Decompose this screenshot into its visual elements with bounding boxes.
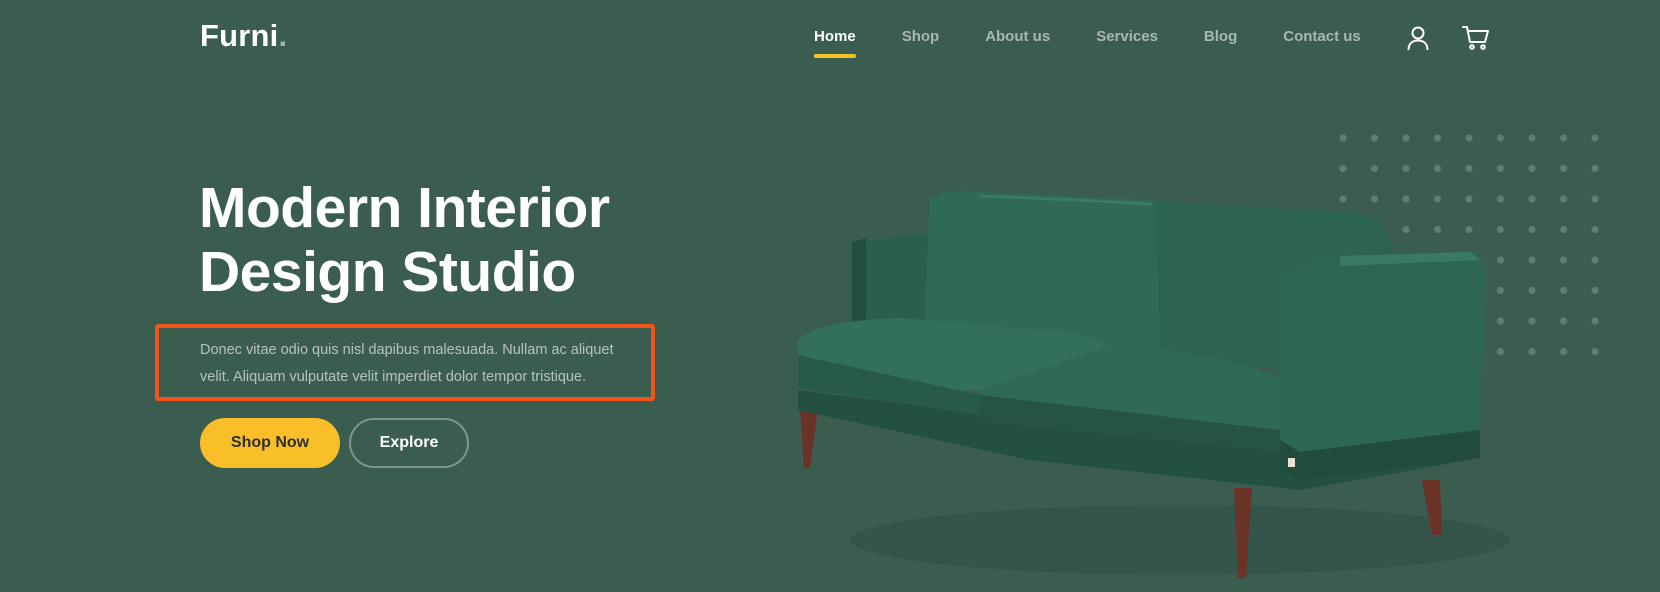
pattern-dot: [1559, 164, 1568, 173]
pattern-dot: [1465, 134, 1473, 142]
pattern-dot: [1559, 195, 1568, 203]
brand-dot: .: [278, 18, 288, 53]
pattern-dot: [1402, 134, 1410, 142]
pattern-dot: [1465, 164, 1473, 173]
pattern-dot: [1559, 256, 1568, 264]
nav-item-shop[interactable]: Shop: [902, 28, 940, 60]
shop-now-button[interactable]: Shop Now: [200, 418, 340, 468]
brand-logo[interactable]: Furni.: [200, 18, 287, 54]
user-icon[interactable]: [1406, 25, 1430, 51]
nav-item-contact-us[interactable]: Contact us: [1283, 28, 1361, 60]
pattern-dot: [1496, 134, 1505, 142]
pattern-dot: [1591, 347, 1599, 356]
pattern-dot: [1528, 134, 1536, 142]
hero-title-line-2: Design Studio: [199, 240, 576, 304]
pattern-dot: [1528, 164, 1536, 173]
nav-item-home[interactable]: Home: [814, 28, 856, 60]
pattern-dot: [1591, 225, 1599, 234]
pattern-dot: [1528, 195, 1536, 203]
pattern-dot: [1591, 286, 1599, 295]
nav-item-about-us[interactable]: About us: [985, 28, 1050, 60]
pattern-dot: [1559, 317, 1568, 325]
brand-name: Furni: [200, 18, 279, 53]
pattern-dot: [1370, 164, 1379, 173]
pattern-dot: [1402, 164, 1410, 173]
explore-button[interactable]: Explore: [349, 418, 469, 468]
nav-item-blog[interactable]: Blog: [1204, 28, 1237, 60]
pattern-dot: [1528, 347, 1536, 356]
sofa-image: [797, 191, 1510, 578]
pattern-dot: [1591, 195, 1599, 203]
hero-title-line-1: Modern Interior: [199, 176, 610, 240]
pattern-dot: [1559, 225, 1568, 234]
pattern-dot: [1528, 286, 1536, 295]
pattern-dot: [1591, 256, 1599, 264]
pattern-dot: [1339, 164, 1347, 173]
pattern-dot: [1559, 286, 1568, 295]
pattern-dot: [1370, 134, 1379, 142]
pattern-dot: [1591, 164, 1599, 173]
pattern-dot: [1433, 164, 1442, 173]
pattern-dot: [1528, 256, 1536, 264]
hero-description: Donec vitae odio quis nisl dapibus males…: [200, 342, 614, 385]
cart-icon[interactable]: [1462, 25, 1490, 51]
pattern-dot: [1559, 347, 1568, 356]
pattern-dot: [1559, 134, 1568, 142]
pattern-dot: [1433, 134, 1442, 142]
pattern-dot: [1528, 317, 1536, 325]
pattern-dot: [1591, 317, 1599, 325]
main-nav: Home Shop About us Services Blog Contact…: [814, 28, 1407, 60]
pattern-dot: [1496, 164, 1505, 173]
pattern-dot: [1591, 134, 1599, 142]
hero-title: Modern Interior Design Studio: [199, 176, 719, 304]
nav-item-services[interactable]: Services: [1096, 28, 1158, 60]
pattern-dot: [1339, 134, 1347, 142]
pattern-dot: [1528, 225, 1536, 234]
